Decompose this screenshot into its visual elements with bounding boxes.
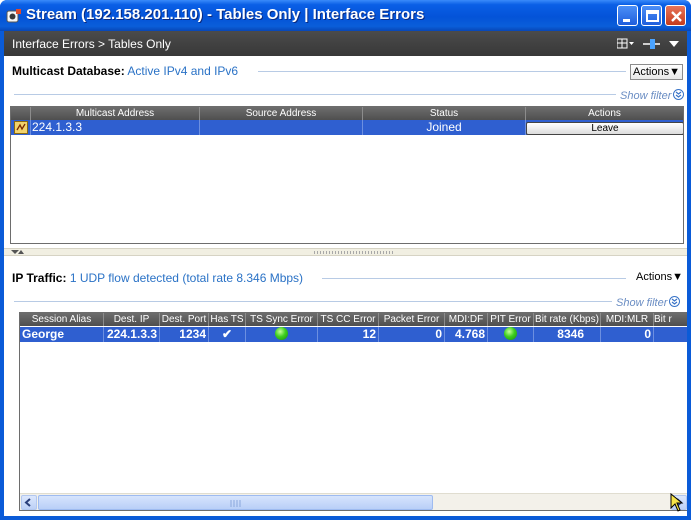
filter-chevron-icon — [669, 296, 681, 307]
actions-label: Actions — [633, 66, 670, 78]
view-toolbar — [617, 38, 679, 49]
section-divider — [322, 278, 626, 279]
dropdown-arrow-icon: ▼ — [669, 66, 680, 78]
close-button[interactable] — [665, 5, 686, 26]
column-header-status[interactable]: Status — [363, 107, 526, 120]
stream-app-icon — [6, 9, 21, 23]
column-header-pit-error[interactable]: PIT Error — [488, 313, 534, 326]
status-ok-indicator — [504, 327, 517, 340]
leave-button[interactable]: Leave — [526, 122, 683, 135]
cell-ts-cc-error: 12 — [318, 327, 379, 342]
column-header-ts-sync-error[interactable]: TS Sync Error — [246, 313, 318, 326]
cell-mdi-mlr: 0 — [601, 327, 654, 342]
multicast-status: Active IPv4 and IPv6 — [127, 64, 239, 78]
ip-traffic-actions-button[interactable]: Actions▼ — [636, 271, 683, 283]
column-header-bit-rate-2[interactable]: Bit r — [654, 313, 687, 326]
ip-traffic-show-filter-link[interactable]: Show filter — [616, 296, 681, 309]
application-window: Stream (192.158.201.110) - Tables Only |… — [0, 0, 691, 520]
multicast-table: Multicast Address Source Address Status … — [10, 106, 684, 244]
column-header-packet-error[interactable]: Packet Error — [379, 313, 445, 326]
table-row[interactable]: 224.1.3.3 Joined Leave — [11, 120, 683, 135]
maximize-button[interactable] — [641, 5, 662, 26]
status-ok-indicator — [275, 327, 288, 340]
close-icon — [671, 11, 682, 22]
chevron-left-icon — [24, 498, 31, 507]
table-row[interactable]: George 224.1.3.3 1234 ✔ 12 0 4.768 8346 … — [20, 327, 687, 342]
column-header-has-ts[interactable]: Has TS — [209, 313, 246, 326]
minimize-icon — [623, 19, 630, 22]
column-header-ts-cc-error[interactable]: TS CC Error — [318, 313, 379, 326]
multicast-actions-button[interactable]: Actions▼ — [630, 64, 683, 80]
ip-traffic-status: 1 UDP flow detected (total rate 8.346 Mb… — [69, 271, 304, 285]
filter-chevron-icon — [673, 89, 685, 100]
multicast-label: Multicast Database: — [12, 64, 125, 78]
actions-label: Actions — [636, 271, 673, 283]
maximize-icon — [646, 10, 659, 22]
column-header-bit-rate[interactable]: Bit rate (Kbps) — [534, 313, 601, 326]
cell-actions: Leave — [526, 120, 683, 135]
multicast-section-header: Multicast Database: Active IPv4 and IPv6… — [4, 56, 687, 84]
cell-ts-sync-error — [246, 327, 318, 342]
scroll-thumb[interactable] — [38, 495, 433, 510]
minimize-button[interactable] — [617, 5, 638, 26]
cell-pit-error — [488, 327, 534, 342]
columns-icon[interactable] — [617, 38, 634, 49]
column-header-actions[interactable]: Actions — [526, 107, 683, 120]
section-divider — [258, 71, 626, 72]
grip-icon — [230, 500, 241, 507]
title-bar[interactable]: Stream (192.158.201.110) - Tables Only |… — [0, 0, 691, 31]
cell-status: Joined — [363, 120, 526, 135]
column-header-session-alias[interactable]: Session Alias — [20, 313, 104, 326]
cell-mdi-df: 4.768 — [445, 327, 488, 342]
ip-traffic-section-header: IP Traffic: 1 UDP flow detected (total r… — [4, 264, 687, 292]
cell-source-address — [200, 120, 363, 135]
ip-traffic-table: Session Alias Dest. IP Dest. Port Has TS… — [19, 312, 687, 511]
column-header-mdi-df[interactable]: MDI:DF — [445, 313, 488, 326]
pin-icon[interactable] — [643, 39, 660, 49]
cell-dest-port: 1234 — [160, 327, 209, 342]
cell-session-alias: George — [20, 327, 104, 342]
splitter-grip[interactable] — [314, 251, 394, 254]
cell-packet-error: 0 — [379, 327, 445, 342]
chevron-down-icon[interactable] — [669, 41, 679, 47]
column-header-multicast-address[interactable]: Multicast Address — [31, 107, 200, 120]
cell-has-ts: ✔ — [209, 327, 246, 342]
window-client-area: Interface Errors > Tables Only Multicast… — [4, 31, 687, 516]
collapse-arrows-icon[interactable] — [11, 249, 25, 255]
ip-traffic-table-header: Session Alias Dest. IP Dest. Port Has TS… — [20, 313, 687, 326]
multicast-table-header: Multicast Address Source Address Status … — [11, 107, 683, 120]
row-icon-cell — [11, 120, 31, 135]
ip-traffic-label: IP Traffic: — [12, 271, 67, 285]
breadcrumb-bar: Interface Errors > Tables Only — [4, 31, 687, 56]
multicast-show-filter-link[interactable]: Show filter — [620, 89, 685, 102]
filter-divider — [14, 301, 612, 302]
cell-multicast-address: 224.1.3.3 — [31, 120, 200, 135]
pane-splitter[interactable] — [4, 248, 687, 256]
column-header-dest-port[interactable]: Dest. Port — [160, 313, 209, 326]
scroll-left-button[interactable] — [21, 495, 37, 510]
horizontal-scrollbar[interactable] — [20, 493, 687, 510]
cell-dest-ip: 224.1.3.3 — [104, 327, 160, 342]
row-selector-header — [11, 107, 31, 120]
cell-bit-rate-2 — [654, 327, 687, 342]
show-filter-label: Show filter — [620, 90, 672, 102]
mouse-cursor-icon — [670, 493, 684, 512]
cell-bit-rate: 8346 — [534, 327, 601, 342]
window-title: Stream (192.158.201.110) - Tables Only |… — [26, 6, 425, 23]
breadcrumb: Interface Errors > Tables Only — [12, 37, 171, 51]
show-filter-label: Show filter — [616, 297, 668, 309]
column-header-source-address[interactable]: Source Address — [200, 107, 363, 120]
dropdown-arrow-icon: ▼ — [672, 271, 683, 283]
column-header-dest-ip[interactable]: Dest. IP — [104, 313, 160, 326]
column-header-mdi-mlr[interactable]: MDI:MLR — [601, 313, 654, 326]
filter-divider — [14, 94, 616, 95]
multicast-group-icon — [14, 121, 28, 134]
